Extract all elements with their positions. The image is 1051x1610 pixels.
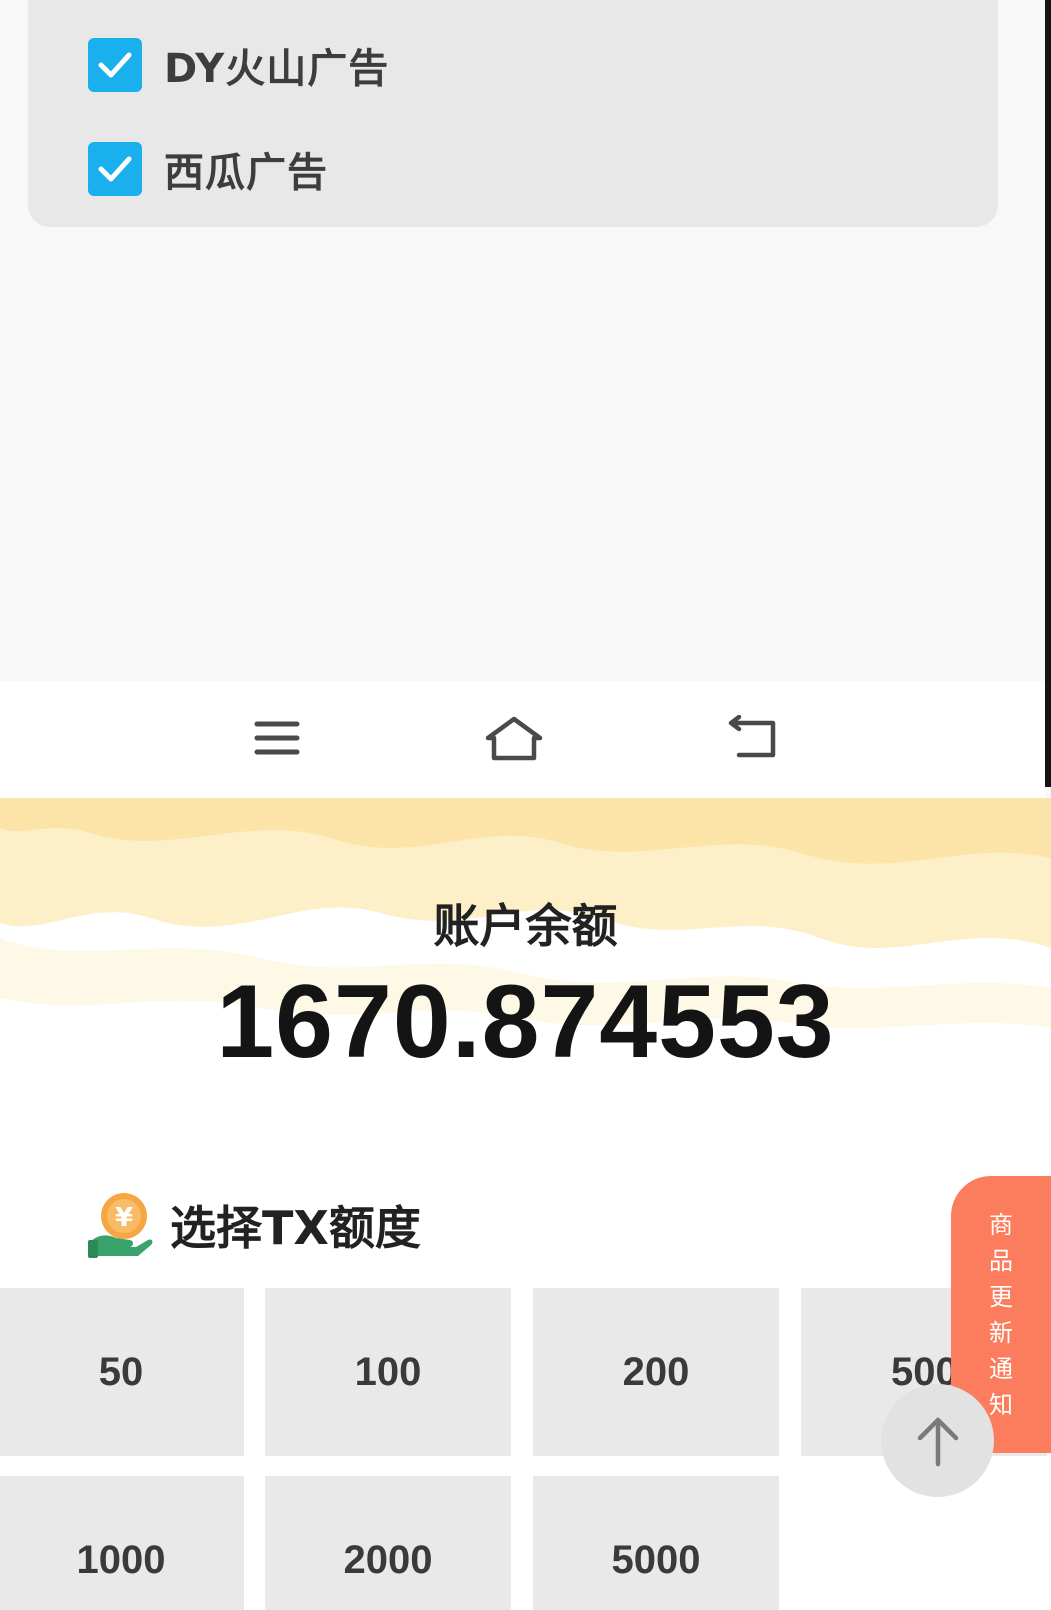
screenshot-composite: DY火山广告 西瓜广告 账户余额 1670.874553 ¥ 选择TX额度 50… — [0, 0, 1051, 1610]
scroll-to-top-button[interactable] — [881, 1384, 994, 1497]
system-navigation-bar — [0, 681, 1045, 798]
amount-option[interactable]: 5000 — [533, 1476, 779, 1610]
menu-icon — [254, 721, 300, 755]
menu-button[interactable] — [242, 703, 312, 773]
ad-option-label: 西瓜广告 — [164, 150, 328, 196]
ad-settings-screen: DY火山广告 西瓜广告 — [0, 0, 1051, 798]
checkmark-icon — [98, 52, 132, 78]
amount-option[interactable]: 2000 — [265, 1476, 511, 1610]
back-button[interactable] — [717, 703, 787, 773]
withdraw-screen: 账户余额 1670.874553 ¥ 选择TX额度 50 100 200 500… — [0, 798, 1051, 1610]
notice-tab-char: 知 — [989, 1390, 1013, 1419]
ad-options-card: DY火山广告 西瓜广告 — [28, 0, 998, 227]
ad-option-dy-huoshan[interactable]: DY火山广告 — [88, 36, 389, 94]
arrow-up-icon — [917, 1417, 958, 1466]
screen-edge — [1045, 0, 1051, 787]
coin-hand-icon: ¥ — [88, 1193, 153, 1258]
balance-label: 账户余额 — [433, 899, 618, 953]
home-button[interactable] — [479, 703, 549, 773]
amount-section-header: ¥ 选择TX额度 — [86, 1190, 421, 1260]
ad-option-label: DY火山广告 — [164, 46, 390, 92]
checkmark-icon — [98, 156, 132, 182]
back-icon — [728, 715, 776, 758]
amount-option[interactable]: 100 — [265, 1288, 511, 1456]
notice-tab-char: 更 — [989, 1282, 1013, 1311]
notice-tab-char: 商 — [989, 1210, 1013, 1239]
notice-tab-char: 新 — [989, 1318, 1013, 1347]
checkbox-checked[interactable] — [88, 38, 142, 92]
amount-option[interactable]: 1000 — [0, 1476, 244, 1610]
notice-tab-char: 品 — [989, 1246, 1013, 1275]
svg-text:¥: ¥ — [115, 1203, 133, 1233]
amount-option[interactable]: 50 — [0, 1288, 244, 1456]
home-icon — [485, 716, 543, 761]
ad-option-xigua[interactable]: 西瓜广告 — [88, 140, 328, 198]
notice-tab-char: 通 — [989, 1354, 1013, 1383]
section-title: 选择TX额度 — [170, 1201, 421, 1255]
balance-value: 1670.874553 — [216, 964, 835, 1080]
amount-option[interactable]: 200 — [533, 1288, 779, 1456]
checkbox-checked[interactable] — [88, 142, 142, 196]
